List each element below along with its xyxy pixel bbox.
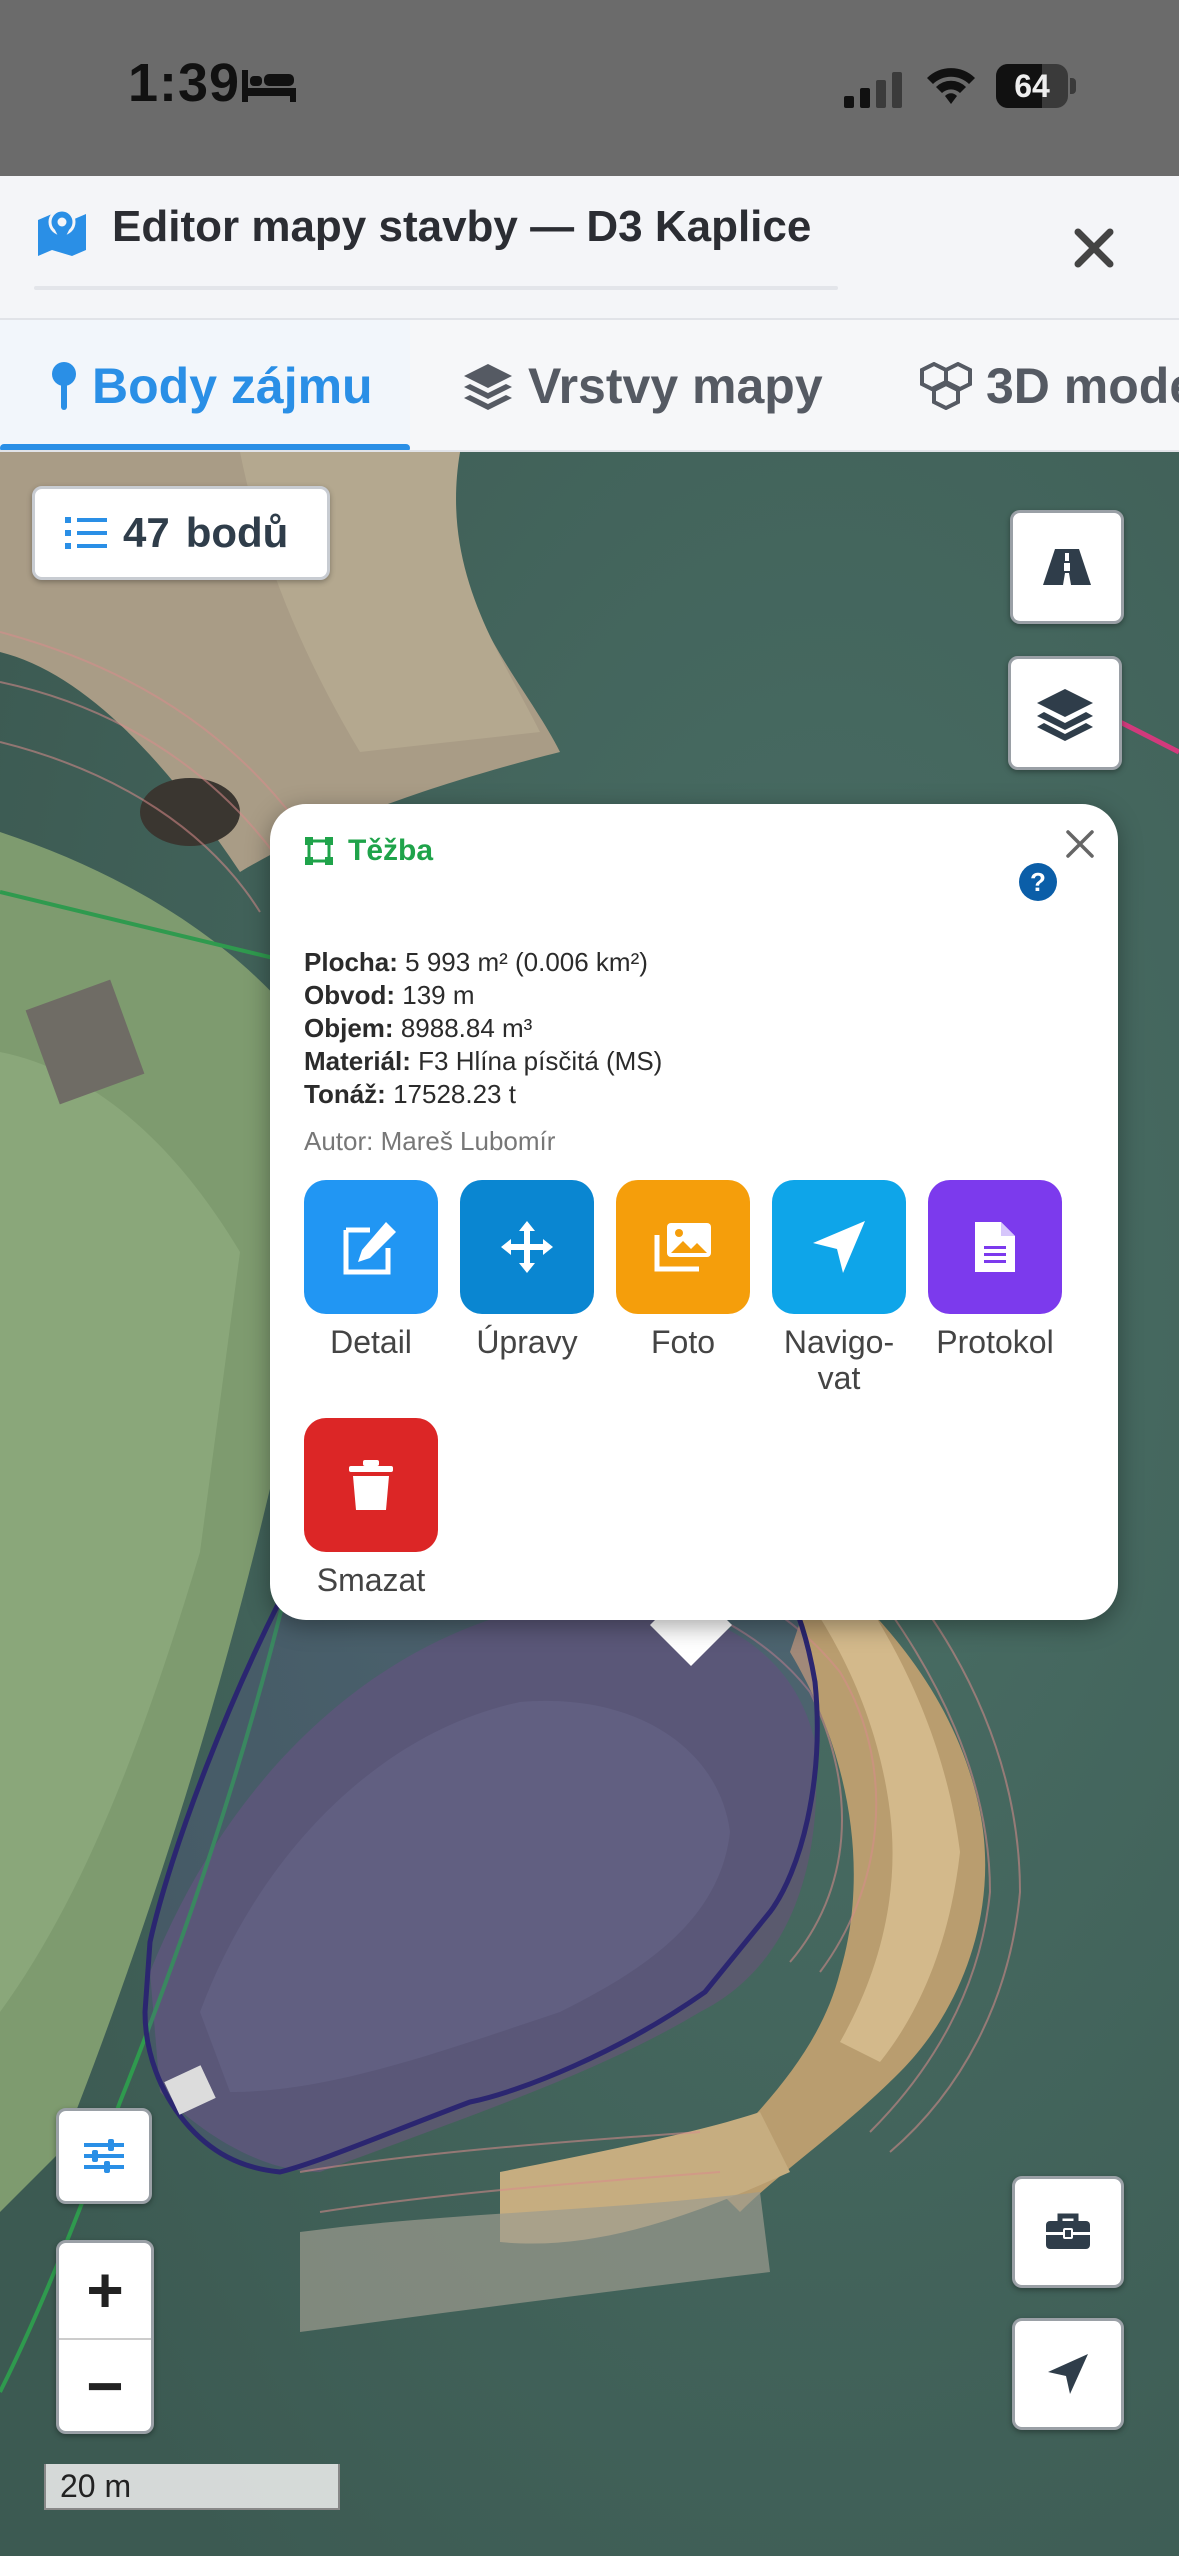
popup-title: Těžba [304,834,433,868]
action-label: Detail [330,1324,412,1360]
header-divider [34,286,838,290]
protocol-button[interactable]: Protokol [928,1180,1062,1360]
battery-indicator: 64 [996,64,1076,108]
trash-icon [349,1460,393,1510]
sleep-bed-icon [242,70,296,102]
property-perimeter: Obvod: 139 m [304,980,475,1010]
my-location-button[interactable] [1012,2318,1124,2430]
sliders-icon [84,2139,124,2173]
tab-3d-model[interactable]: 3D mode [920,320,1179,450]
points-list-button[interactable]: 47 bodů [32,486,330,580]
action-label: Navigo- vat [783,1324,895,1396]
map-pin-icon [52,362,76,410]
zoom-out-button[interactable]: − [59,2339,151,2433]
tab-label: Vrstvy mapy [528,358,823,414]
layers-icon [1037,689,1093,741]
photo-button[interactable]: Foto [616,1180,750,1360]
cellular-signal-icon [844,72,902,108]
detail-tile[interactable] [304,1180,438,1314]
points-count: 47 [123,509,170,556]
property-area: Plocha: 5 993 m² (0.006 km²) [304,947,648,977]
edit-shape-button[interactable]: Úpravy [460,1180,594,1360]
wifi-icon [927,68,975,104]
property-material: Materiál: F3 Hlína písčitá (MS) [304,1046,663,1076]
zoom-in-button[interactable]: + [59,2243,151,2337]
cubes-icon [920,362,972,410]
app-header: Editor mapy stavby — D3 Kaplice [0,176,1179,318]
toolbox-icon [1046,2213,1090,2249]
feature-popup: Těžba ? Plocha: 5 993 m² (0.006 km²) Obv… [270,804,1118,1620]
location-arrow-icon [1048,2354,1088,2394]
close-editor-icon[interactable] [1066,220,1122,276]
svg-text:?: ? [1030,867,1046,897]
action-label: Protokol [936,1324,1054,1360]
document-icon [975,1222,1015,1272]
feature-properties: Plocha: 5 993 m² (0.006 km²) Obvod: 139 … [304,946,662,1111]
property-tonnage: Tonáž: 17528.23 t [304,1079,516,1109]
map-layers-button[interactable] [1008,656,1122,770]
close-popup-icon[interactable] [1062,826,1098,862]
tab-body-zajmu[interactable]: Body zájmu [0,320,410,450]
layers-icon [464,364,512,410]
battery-level-text: 64 [1014,68,1050,104]
tab-vrstvy-mapy[interactable]: Vrstvy mapy [462,320,823,450]
navigate-button[interactable]: Navigo- vat [772,1180,906,1396]
navigate-icon [813,1221,865,1273]
delete-button[interactable]: Smazat [304,1418,438,1598]
help-icon[interactable]: ? [1018,862,1058,902]
author-text: Autor: Mareš Lubomír [304,1126,556,1156]
protocol-tile[interactable] [928,1180,1062,1314]
action-label: Úpravy [476,1324,578,1360]
tab-label: Body zájmu [92,358,373,414]
points-label: bodů [185,509,289,556]
drive-mode-button[interactable] [1010,510,1124,624]
edit-shape-tile[interactable] [460,1180,594,1314]
photos-icon [654,1223,711,1272]
tab-bar: Body zájmu Vrstvy mapy 3D mode [0,318,1179,452]
edit-icon [343,1222,396,1275]
status-bar: 1:39 64 [0,0,1179,176]
map-scale-bar: 20 m [44,2464,340,2510]
popup-title-text: Těžba [348,834,434,867]
road-icon [1043,549,1091,585]
page-title: Editor mapy stavby — D3 Kaplice [112,202,812,251]
property-volume: Objem: 8988.84 m³ [304,1013,533,1043]
detail-button[interactable]: Detail [304,1180,438,1360]
active-tab-indicator [0,444,410,450]
status-time: 1:39 [128,53,241,113]
move-icon [501,1221,553,1273]
delete-tile[interactable] [304,1418,438,1552]
tab-label: 3D mode [986,358,1179,414]
action-label: Smazat [316,1562,426,1598]
map-marker-icon [38,208,86,256]
tools-button[interactable] [1012,2176,1124,2288]
navigate-tile[interactable] [772,1180,906,1314]
polygon-icon [305,837,333,865]
list-icon [65,517,107,549]
photo-tile[interactable] [616,1180,750,1314]
filter-button[interactable] [56,2108,152,2204]
zoom-control: + − [56,2240,154,2434]
action-label: Foto [650,1324,716,1360]
